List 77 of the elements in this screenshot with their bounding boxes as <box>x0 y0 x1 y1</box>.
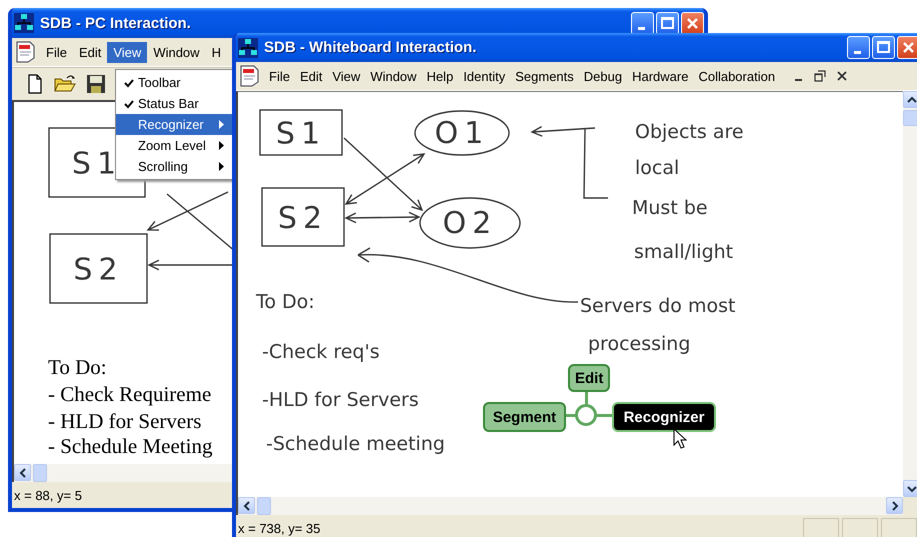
window-title: SDB - Whiteboard Interaction. <box>264 39 478 56</box>
minimize-icon <box>854 51 860 54</box>
menu-item[interactable]: Recognizer <box>116 114 232 135</box>
menu-item[interactable]: View <box>107 42 148 62</box>
restore-icon <box>813 69 828 83</box>
todo-text: - Schedule Meeting <box>48 434 212 458</box>
menu-item[interactable]: Window <box>147 42 206 62</box>
todo-text: - Check Requireme <box>48 382 212 406</box>
menu-item[interactable]: Edit <box>72 42 108 62</box>
pie-menu-item[interactable]: Edit <box>568 364 610 392</box>
menu-item[interactable]: File <box>40 42 73 62</box>
window-title: SDB - PC Interaction. <box>40 14 192 32</box>
pie-center-handle[interactable] <box>575 404 597 426</box>
close-button[interactable] <box>681 12 704 34</box>
status-pane <box>881 518 917 537</box>
menu-item[interactable]: Edit <box>294 66 328 86</box>
scrollbar-thumb[interactable] <box>257 497 271 515</box>
ink-note: small/light <box>634 241 734 263</box>
status-text: x = 738, y= 35 <box>238 520 320 536</box>
close-button[interactable] <box>897 36 917 59</box>
todo-text: To Do: <box>48 355 107 379</box>
network-icon <box>14 13 34 33</box>
ink-label: S2 <box>278 201 328 236</box>
menu-item[interactable]: Help <box>422 66 458 86</box>
ink-note: -Schedule meeting <box>266 433 445 455</box>
menu-item[interactable]: View <box>327 66 366 86</box>
status-pane <box>803 518 839 537</box>
pie-menu-item[interactable]: Segment <box>483 402 566 432</box>
ink-note: -Check req's <box>262 341 380 363</box>
save-button[interactable] <box>84 72 108 96</box>
cursor-icon <box>673 428 687 450</box>
document-icon <box>238 65 260 87</box>
ink-label: O2 <box>442 206 498 241</box>
scroll-right-button[interactable] <box>886 497 903 514</box>
menu-item[interactable]: Debug <box>578 66 628 86</box>
ink-label: S1 <box>276 116 326 152</box>
minimize-icon <box>794 79 802 81</box>
maximize-button[interactable] <box>872 36 895 59</box>
menu-item[interactable]: H <box>206 42 227 62</box>
document-icon <box>14 41 36 63</box>
ink-note: Objects are <box>635 121 744 143</box>
menu-item[interactable]: Collaboration <box>693 66 780 86</box>
scroll-left-button[interactable] <box>14 464 31 481</box>
menu-item[interactable]: Toolbar <box>116 72 232 93</box>
menu-item[interactable]: Hardware <box>627 66 694 86</box>
todo-text: - HLD for Servers <box>48 409 202 433</box>
scrollbar-thumb[interactable] <box>33 464 47 482</box>
pie-menu-item[interactable]: Recognizer <box>612 402 716 432</box>
ink-note: local <box>635 157 680 179</box>
ink-note: Must be <box>632 197 708 219</box>
scroll-left-button[interactable] <box>238 497 255 514</box>
ink-note: processing <box>588 333 690 355</box>
minimize-button[interactable] <box>847 36 870 59</box>
minimize-button[interactable] <box>631 12 654 34</box>
maximize-button[interactable] <box>656 12 679 34</box>
ink-label: S2 <box>73 252 124 288</box>
menu-item[interactable]: Identity <box>458 66 510 86</box>
menu-item[interactable]: File <box>264 66 295 86</box>
status-pane <box>842 518 878 537</box>
ink-label: O1 <box>434 116 490 151</box>
scroll-down-button[interactable] <box>903 480 917 497</box>
menu-item[interactable]: Window <box>365 66 422 86</box>
folder-icon <box>54 74 76 94</box>
status-text: x = 88, y= 5 <box>14 488 82 502</box>
menu-item[interactable]: Status Bar <box>116 93 232 114</box>
page-icon <box>26 74 44 94</box>
ink-note: -HLD for Servers <box>262 389 419 411</box>
ink-arrow <box>530 126 596 137</box>
menu-item[interactable]: Segments <box>510 66 579 86</box>
minimize-icon <box>638 26 644 30</box>
bracket-line <box>583 129 608 199</box>
scrollbar-thumb[interactable] <box>903 110 917 126</box>
scroll-up-button[interactable] <box>903 91 917 108</box>
ink-note: To Do: <box>256 291 315 313</box>
close-icon <box>835 69 850 83</box>
network-icon <box>238 38 258 58</box>
ink-note: Servers do most <box>580 295 736 317</box>
